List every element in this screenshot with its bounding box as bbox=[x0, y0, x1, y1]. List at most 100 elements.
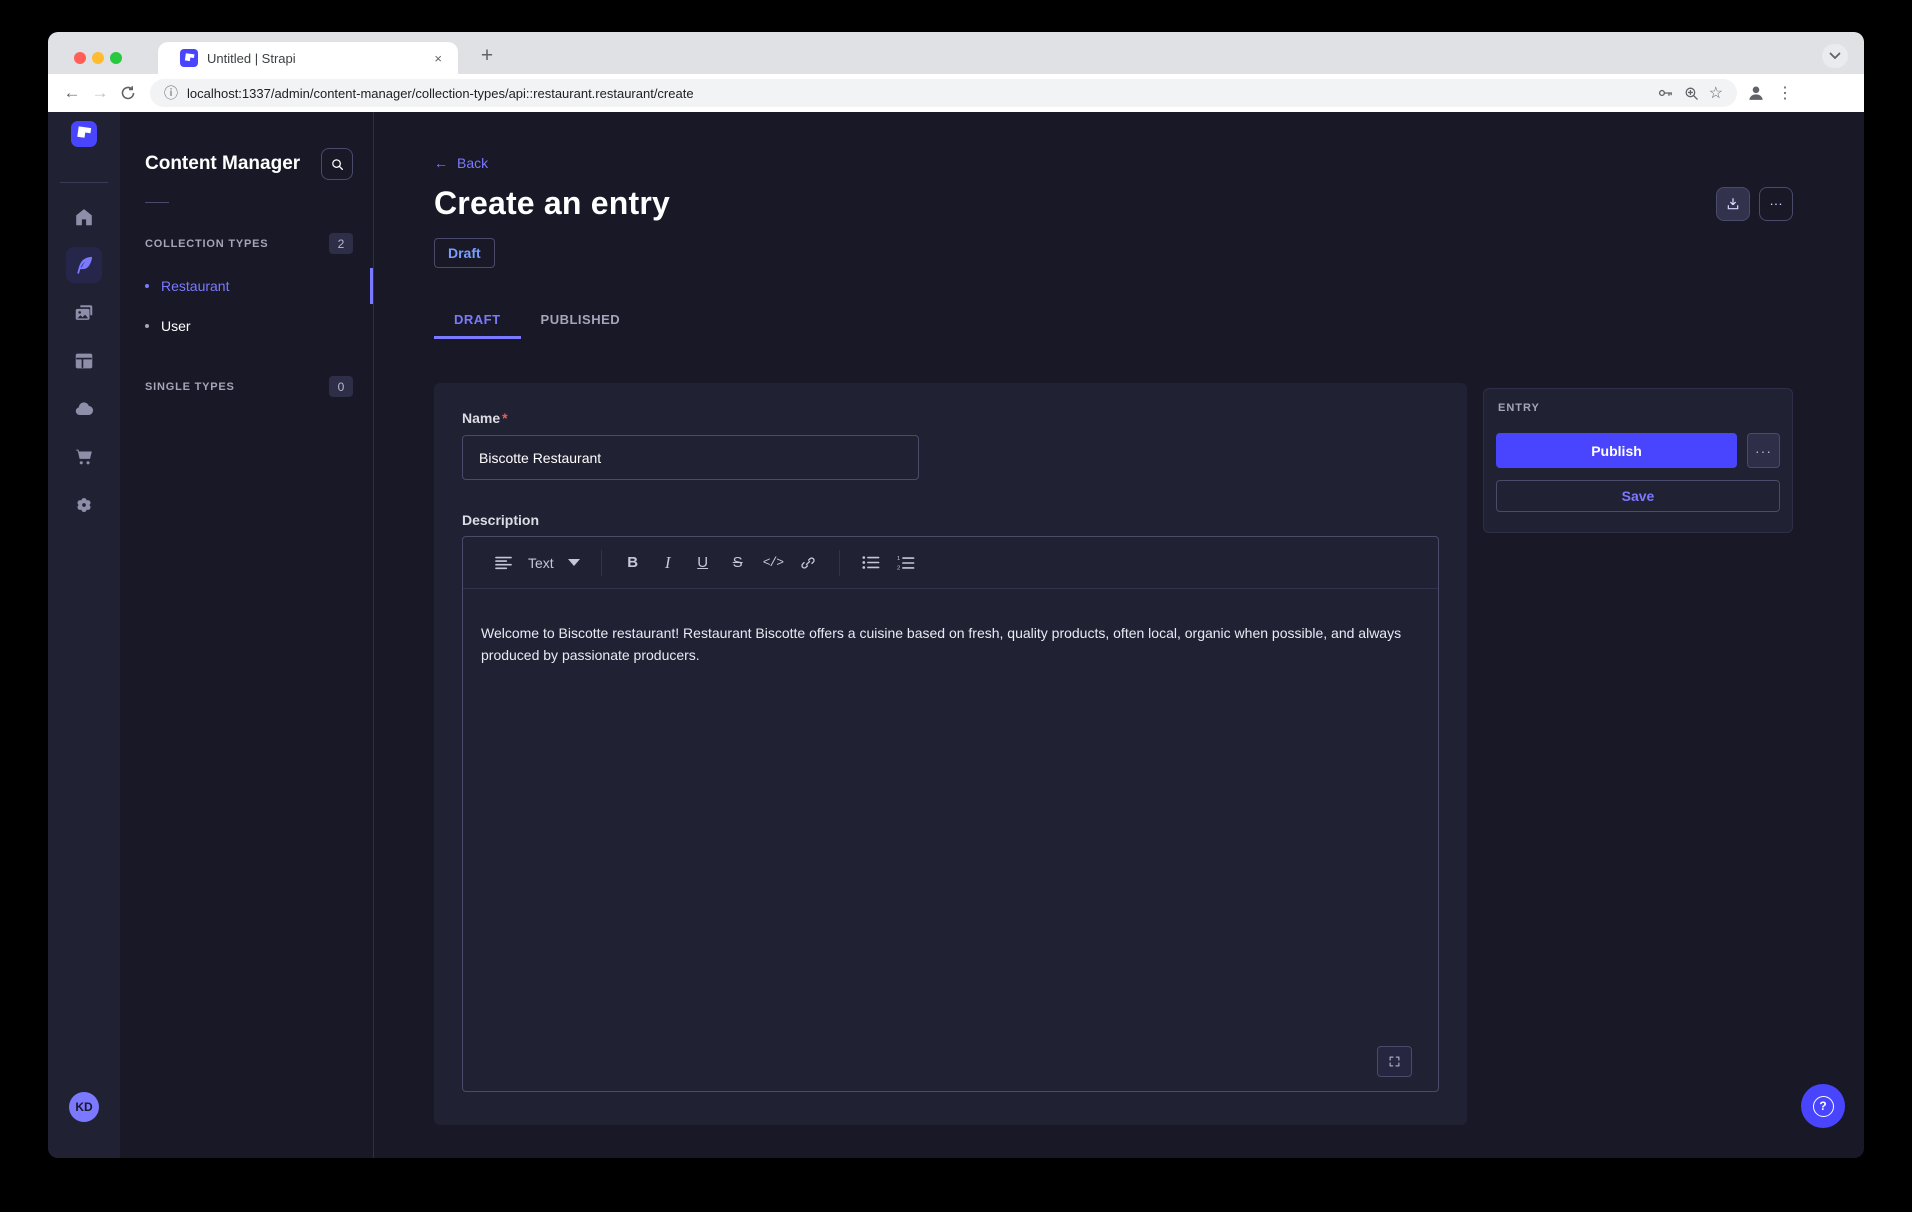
form-card: Name* Description Text bbox=[434, 383, 1467, 1125]
toolbar-divider bbox=[601, 550, 602, 576]
tab-draft[interactable]: DRAFT bbox=[434, 302, 521, 339]
nav-divider bbox=[60, 182, 108, 183]
expand-button[interactable] bbox=[1377, 1046, 1412, 1077]
required-asterisk: * bbox=[502, 410, 507, 426]
link-icon bbox=[799, 554, 817, 572]
description-field: Description Text bbox=[462, 512, 1439, 1092]
browser-tab[interactable]: Untitled | Strapi × bbox=[158, 42, 458, 74]
sidebar-item-content-manager[interactable] bbox=[66, 247, 102, 283]
download-button[interactable] bbox=[1716, 187, 1750, 221]
numbered-list-icon: 12 bbox=[897, 555, 915, 571]
name-field: Name* bbox=[462, 410, 1439, 480]
traffic-lights bbox=[74, 52, 122, 64]
align-icon bbox=[493, 549, 513, 577]
sidebar-item-marketplace[interactable] bbox=[72, 445, 96, 469]
user-avatar[interactable]: KD bbox=[69, 1092, 99, 1122]
save-button[interactable]: Save bbox=[1496, 480, 1780, 512]
sidebar-item-media-library[interactable] bbox=[72, 301, 96, 325]
sidebar-item-user[interactable]: User bbox=[120, 306, 373, 346]
profile-avatar-icon[interactable] bbox=[1745, 82, 1767, 104]
section-label: SINGLE TYPES bbox=[145, 381, 235, 393]
link-button[interactable] bbox=[798, 549, 818, 577]
cart-icon bbox=[73, 446, 95, 468]
strapi-favicon bbox=[180, 49, 198, 67]
help-button[interactable]: ? bbox=[1801, 1084, 1845, 1128]
name-label: Name* bbox=[462, 410, 508, 426]
description-label: Description bbox=[462, 512, 539, 528]
search-button[interactable] bbox=[321, 148, 353, 180]
sidebar-item-deploy[interactable] bbox=[72, 397, 96, 421]
url-bar[interactable]: ⓘ localhost:1337/admin/content-manager/c… bbox=[150, 79, 1737, 107]
password-key-icon[interactable] bbox=[1656, 84, 1674, 102]
description-text: Welcome to Biscotte restaurant! Restaura… bbox=[481, 622, 1420, 666]
entry-panel-title: ENTRY bbox=[1496, 402, 1780, 414]
zoom-window-button[interactable] bbox=[110, 52, 122, 64]
back-arrow-icon: ← bbox=[434, 155, 448, 171]
tab-search-chevron-icon[interactable] bbox=[1822, 44, 1848, 68]
strapi-logo[interactable] bbox=[71, 121, 97, 147]
toolbar-divider bbox=[839, 550, 840, 576]
strikethrough-button[interactable]: S bbox=[728, 549, 748, 577]
bookmark-star-icon[interactable]: ☆ bbox=[1709, 83, 1723, 103]
code-button[interactable]: </> bbox=[763, 549, 783, 577]
bold-button[interactable]: B bbox=[623, 549, 643, 577]
subnav-title: Content Manager bbox=[145, 153, 300, 175]
cloud-icon bbox=[73, 398, 95, 420]
sidebar-item-restaurant[interactable]: Restaurant bbox=[120, 266, 373, 306]
new-tab-button[interactable]: + bbox=[472, 41, 502, 71]
name-input[interactable] bbox=[462, 435, 919, 480]
feather-icon bbox=[73, 254, 95, 276]
url-text[interactable]: localhost:1337/admin/content-manager/col… bbox=[187, 86, 1647, 101]
browser-back-button[interactable]: ← bbox=[58, 79, 86, 107]
browser-window: Untitled | Strapi × + ← → ⓘ localhost:13… bbox=[48, 32, 1864, 1158]
subnav-divider bbox=[145, 202, 169, 203]
tab-published[interactable]: PUBLISHED bbox=[521, 302, 641, 339]
sidebar-item-settings[interactable] bbox=[72, 493, 96, 517]
back-label: Back bbox=[457, 155, 488, 171]
reload-button[interactable] bbox=[114, 79, 142, 107]
browser-menu-icon[interactable]: ⋮ bbox=[1777, 83, 1794, 103]
draft-published-tabs: DRAFT PUBLISHED bbox=[434, 302, 1793, 339]
sidebar-item-content-type-builder[interactable] bbox=[72, 349, 96, 373]
sidebar-item-home[interactable] bbox=[72, 205, 96, 229]
svg-text:1: 1 bbox=[897, 555, 900, 561]
italic-button[interactable]: I bbox=[658, 549, 678, 577]
images-icon bbox=[73, 302, 95, 324]
layout-icon bbox=[73, 350, 95, 372]
text-style-dropdown[interactable]: Text bbox=[528, 555, 580, 571]
main-content: ← Back Create an entry ··· Draft DRAFT P… bbox=[374, 112, 1864, 1158]
main-nav: KD bbox=[48, 112, 120, 1158]
bulleted-list-button[interactable] bbox=[861, 549, 881, 577]
strapi-app: KD Content Manager COLLECTION TYPES 2 bbox=[48, 112, 1864, 1158]
count-badge: 2 bbox=[329, 233, 353, 254]
status-badge: Draft bbox=[434, 238, 495, 268]
numbered-list-button[interactable]: 12 bbox=[896, 549, 916, 577]
close-window-button[interactable] bbox=[74, 52, 86, 64]
minimize-window-button[interactable] bbox=[92, 52, 104, 64]
editor-content[interactable]: Welcome to Biscotte restaurant! Restaura… bbox=[463, 589, 1438, 1091]
zoom-page-icon[interactable] bbox=[1683, 85, 1700, 102]
rich-text-editor: Text B I U S </> bbox=[462, 536, 1439, 1092]
item-label: Restaurant bbox=[161, 278, 229, 294]
editor-toolbar: Text B I U S </> bbox=[463, 537, 1438, 589]
tab-title: Untitled | Strapi bbox=[207, 51, 430, 66]
browser-toolbar: ← → ⓘ localhost:1337/admin/content-manag… bbox=[48, 74, 1864, 112]
download-icon bbox=[1725, 196, 1741, 212]
svg-text:2: 2 bbox=[897, 565, 900, 570]
single-types-section: SINGLE TYPES 0 bbox=[120, 376, 373, 397]
expand-icon bbox=[1387, 1054, 1402, 1069]
header-more-button[interactable]: ··· bbox=[1759, 187, 1793, 221]
browser-forward-button[interactable]: → bbox=[86, 79, 114, 107]
page-title: Create an entry bbox=[434, 185, 1716, 222]
publish-button[interactable]: Publish bbox=[1496, 433, 1737, 468]
bullet-icon bbox=[145, 284, 149, 288]
info-icon[interactable]: ⓘ bbox=[164, 83, 178, 103]
section-label: COLLECTION TYPES bbox=[145, 238, 268, 250]
entry-more-button[interactable]: ··· bbox=[1747, 433, 1780, 468]
underline-button[interactable]: U bbox=[693, 549, 713, 577]
tab-close-icon[interactable]: × bbox=[430, 51, 446, 66]
back-link[interactable]: ← Back bbox=[434, 155, 488, 171]
chrome-right-controls: ⋮ bbox=[1745, 82, 1794, 104]
bullet-icon bbox=[145, 324, 149, 328]
subnav: Content Manager COLLECTION TYPES 2 Resta… bbox=[120, 112, 374, 1158]
